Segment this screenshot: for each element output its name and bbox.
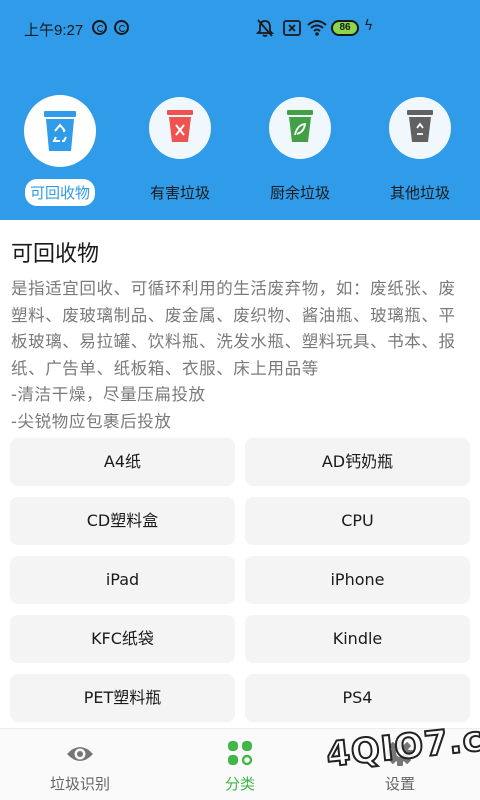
item-button[interactable]: PS4 <box>245 674 470 722</box>
category-kitchen[interactable]: 厨余垃圾 <box>240 95 360 210</box>
section-description: 是指适宜回收、可循环利用的生活废弃物，如：废纸张、废 塑料、废玻璃制品、废金属、… <box>11 276 473 435</box>
item-button[interactable]: AD钙奶瓶 <box>245 438 470 486</box>
eye-icon <box>67 747 93 761</box>
grid-icon <box>228 741 253 766</box>
desc-line: 纸、广告单、纸板箱、衣服、床上用品等 <box>11 358 319 378</box>
item-button[interactable]: Kindle <box>245 615 470 663</box>
sync-icon <box>92 20 107 35</box>
desc-line: -清洁干燥，尽量压扁投放 <box>11 385 206 404</box>
desc-line: 塑料、废玻璃制品、废金属、废织物、酱油瓶、玻璃瓶、平 <box>11 305 456 325</box>
recycle-bin-icon <box>44 111 76 151</box>
category-hazardous-label: 有害垃圾 <box>149 184 210 202</box>
item-button[interactable]: CPU <box>245 497 470 545</box>
desc-line: 是指适宜回收、可循环利用的生活废弃物，如：废纸张、废 <box>11 279 456 298</box>
hazard-bin-icon <box>167 110 193 142</box>
desc-line: 板玻璃、易拉罐、饮料瓶、洗发水瓶、塑料玩具、书本、报 <box>11 332 456 351</box>
leaf-bin-icon <box>287 110 313 142</box>
section-title: 可回收物 <box>11 242 100 267</box>
item-button[interactable]: A4纸 <box>10 438 235 486</box>
category-other[interactable]: 其他垃圾 <box>360 95 480 210</box>
item-button[interactable]: iPhone <box>245 556 470 604</box>
status-time: 上午9:27 <box>24 22 84 39</box>
no-sim-icon <box>283 20 301 36</box>
category-kitchen-label: 厨余垃圾 <box>269 184 330 202</box>
wifi-icon <box>307 20 327 36</box>
item-button[interactable]: KFC纸袋 <box>10 615 235 663</box>
category-other-label: 其他垃圾 <box>389 184 450 202</box>
item-button[interactable]: CD塑料盒 <box>10 497 235 545</box>
nav-category-label: 分类 <box>224 775 255 793</box>
nav-category[interactable]: 分类 <box>160 729 320 800</box>
charging-icon: ϟ <box>364 18 374 34</box>
sync-icon-2 <box>114 20 129 35</box>
item-button[interactable]: iPad <box>10 556 235 604</box>
nav-recognize-label: 垃圾识别 <box>49 775 110 793</box>
item-button[interactable]: PET塑料瓶 <box>10 674 235 722</box>
header: 上午9:27 86 ϟ 可回收物 有害垃圾 厨余垃圾 其他垃圾 <box>0 0 480 220</box>
nav-settings-label: 设置 <box>384 775 415 793</box>
category-recyclable[interactable]: 可回收物 <box>0 95 120 210</box>
mute-bell-icon <box>256 19 274 37</box>
status-bar: 上午9:27 86 ϟ <box>0 0 480 58</box>
category-detail: 可回收物 是指适宜回收、可循环利用的生活废弃物，如：废纸张、废 塑料、废玻璃制品… <box>0 220 480 728</box>
battery-indicator: 86 <box>331 20 359 36</box>
category-hazardous[interactable]: 有害垃圾 <box>120 95 240 210</box>
other-bin-icon <box>407 110 433 142</box>
category-recyclable-label: 可回收物 <box>25 179 95 206</box>
desc-line: -尖锐物应包裹后投放 <box>11 411 172 431</box>
nav-recognize[interactable]: 垃圾识别 <box>0 729 160 800</box>
